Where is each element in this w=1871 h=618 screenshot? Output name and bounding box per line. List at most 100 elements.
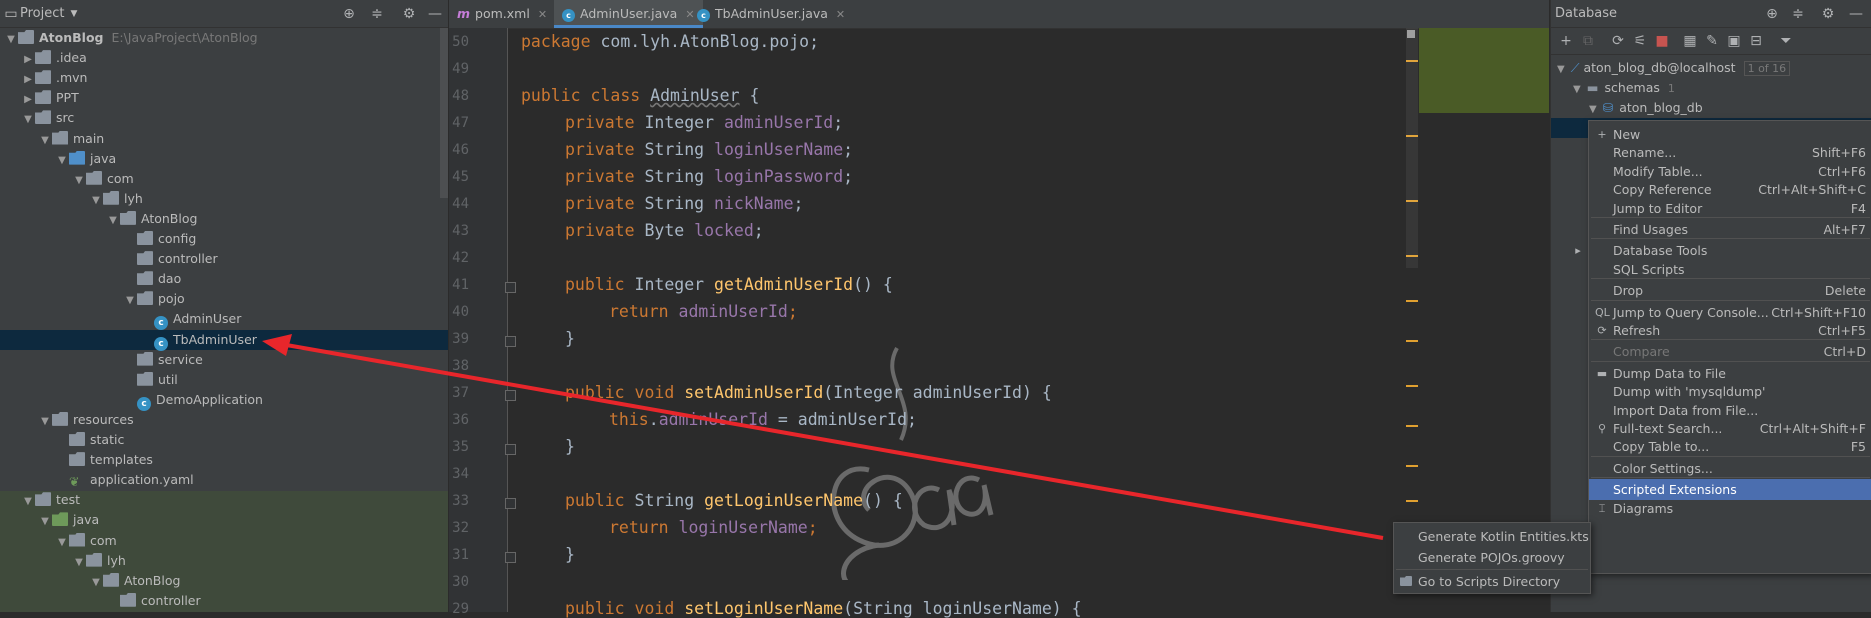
tree-item-folder[interactable]: ▶ PPT [0, 88, 448, 108]
error-stripe-mark[interactable] [1406, 500, 1418, 502]
go-to-scripts-directory-item[interactable]: Go to Scripts Directory [1394, 571, 1590, 592]
chevron-right-icon[interactable]: ▶ [21, 90, 35, 110]
datasource-node[interactable]: ▼ ⟋ aton_blog_db@localhost 1 of 16 [1551, 58, 1791, 78]
globe-icon[interactable]: ⊕ [1763, 5, 1781, 23]
tab-adminuser-java[interactable]: c AdminUser.java ✕ [554, 0, 703, 28]
query-icon[interactable]: ⊟ [1747, 32, 1765, 50]
tab-pom-xml[interactable]: m pom.xml ✕ [449, 0, 555, 28]
tree-item-folder[interactable]: controller [0, 591, 448, 611]
chevron-right-icon[interactable]: ▶ [21, 70, 35, 90]
chevron-down-icon[interactable]: ▼ [72, 553, 86, 573]
chevron-down-icon[interactable]: ▼ [72, 171, 86, 191]
line-gutter[interactable]: 50 49 48 47 46 45 44 43 42 41 40 39 38 37 36 35 34 33 32 31… [449, 28, 508, 617]
tree-item-folder[interactable]: ▼ test [0, 490, 448, 510]
minimize-icon[interactable]: — [1847, 5, 1865, 23]
fold-marker[interactable] [505, 552, 516, 563]
menu-item-diagrams[interactable]: ⌶ Diagrams [1589, 498, 1871, 519]
gear-icon[interactable]: ⚙ [1819, 5, 1837, 23]
project-panel-title[interactable]: Project [20, 6, 64, 21]
close-icon[interactable]: ✕ [538, 8, 547, 21]
tree-item-folder[interactable]: ▼ AtonBlog [0, 571, 448, 591]
generate-pojos-groovy-item[interactable]: Generate POJOs.groovy [1394, 547, 1590, 568]
tree-item-folder[interactable]: templates [0, 450, 448, 470]
tree-item-folder[interactable]: controller [0, 249, 448, 269]
edit-icon[interactable]: ✎ [1703, 32, 1721, 50]
copy-icon[interactable]: ⧉ [1579, 32, 1597, 50]
chevron-right-icon[interactable]: ▶ [21, 50, 35, 70]
tree-item-folder[interactable]: ▼ com [0, 531, 448, 551]
schema-node[interactable]: ▼ ⛁ aton_blog_db [1551, 98, 1703, 118]
database-panel-title[interactable]: Database [1555, 6, 1617, 21]
error-stripe-mark[interactable] [1406, 385, 1418, 387]
menu-item-find-usages[interactable]: Find Usages Alt+F7 [1589, 219, 1871, 240]
tree-item-folder[interactable]: config [0, 229, 448, 249]
error-stripe-mark[interactable] [1406, 300, 1418, 302]
chevron-down-icon[interactable]: ▼ [106, 211, 120, 231]
error-stripe-mark[interactable] [1406, 465, 1418, 467]
collapse-icon[interactable]: ≑ [368, 5, 386, 23]
tree-item-class[interactable]: c TbAdminUser [0, 329, 448, 351]
tree-item-folder[interactable]: ▼ lyh [0, 551, 448, 571]
menu-item-drop[interactable]: Drop Delete [1589, 280, 1871, 301]
fold-marker[interactable] [505, 498, 516, 509]
tree-item-folder[interactable]: ▶ .mvn [0, 68, 448, 88]
chevron-down-icon[interactable]: ▼ [21, 492, 35, 512]
tree-item-folder[interactable]: ▼ AtonBlog E:\JavaProject\AtonBlog [0, 28, 448, 48]
editor-scrollbar[interactable] [1406, 28, 1418, 268]
fold-marker[interactable] [505, 336, 516, 347]
tree-item-folder[interactable]: ▼ pojo [0, 289, 448, 309]
schemas-node[interactable]: ▼ ▬ schemas 1 [1551, 78, 1675, 98]
locate-icon[interactable]: ⊕ [340, 5, 358, 23]
chevron-down-icon[interactable]: ▼ [70, 9, 77, 19]
tree-item-folder[interactable]: static [0, 430, 448, 450]
menu-item-sql-scripts[interactable]: SQL Scripts [1589, 259, 1871, 280]
table-icon[interactable]: ▦ [1681, 32, 1699, 50]
chevron-down-icon[interactable]: ▼ [38, 512, 52, 532]
tree-item-folder[interactable]: ▼ java [0, 149, 448, 169]
tree-item-folder[interactable]: ▼ AtonBlog [0, 209, 448, 229]
console-icon[interactable]: ▣ [1725, 32, 1743, 50]
tree-item-folder[interactable]: dao [0, 269, 448, 289]
menu-item-refresh[interactable]: ⟳ Refresh Ctrl+F5 [1589, 320, 1871, 341]
tree-item-folder[interactable]: service [0, 350, 448, 370]
schema-edit-icon[interactable]: ⚟ [1631, 32, 1649, 50]
chevron-down-icon[interactable]: ▼ [21, 110, 35, 130]
fold-marker[interactable] [505, 390, 516, 401]
scrollbar[interactable] [440, 28, 448, 198]
tree-item-folder[interactable]: ▼ com [0, 169, 448, 189]
chevron-down-icon[interactable]: ▼ [55, 151, 69, 171]
tab-tbadminuser-java[interactable]: c TbAdminUser.java ✕ [689, 0, 853, 28]
tree-item-class[interactable]: c DemoApplication [0, 390, 448, 411]
chevron-down-icon[interactable]: ▼ [89, 191, 103, 211]
generate-kotlin-entities-item[interactable]: Generate Kotlin Entities.kts [1394, 526, 1590, 547]
error-stripe-mark[interactable] [1406, 340, 1418, 342]
tree-item-folder[interactable]: ▼ lyh [0, 189, 448, 209]
tree-item-folder[interactable]: ❦ application.yaml [0, 470, 448, 490]
filter-icon[interactable]: ⏷ [1777, 32, 1795, 50]
close-icon[interactable]: ✕ [836, 8, 845, 21]
tree-item-folder[interactable]: ▼ src [0, 108, 448, 128]
chevron-down-icon[interactable]: ▼ [38, 412, 52, 432]
chevron-down-icon[interactable]: ▼ [89, 573, 103, 593]
stop-icon[interactable]: ■ [1653, 32, 1671, 50]
tree-item-class[interactable]: c AdminUser [0, 309, 448, 331]
collapse-icon[interactable]: ≑ [1789, 5, 1807, 23]
chevron-down-icon[interactable]: ▼ [55, 533, 69, 553]
tree-item-folder[interactable]: util [0, 370, 448, 390]
add-icon[interactable]: + [1557, 32, 1575, 50]
refresh-icon[interactable]: ⟳ [1609, 32, 1627, 50]
error-stripe-mark[interactable] [1406, 425, 1418, 427]
tree-item-folder[interactable]: ▼ resources [0, 410, 448, 430]
chevron-down-icon[interactable]: ▼ [38, 131, 52, 151]
tree-item-folder[interactable]: ▶ .idea [0, 48, 448, 68]
fold-marker[interactable] [505, 282, 516, 293]
tree-item-folder[interactable]: ▼ main [0, 129, 448, 149]
tree-item-folder[interactable]: ▼ java [0, 510, 448, 530]
chevron-down-icon[interactable]: ▼ [123, 291, 137, 311]
gear-icon[interactable]: ⚙ [400, 5, 418, 23]
fold-marker[interactable] [505, 444, 516, 455]
menu-item-jump-to-editor[interactable]: Jump to Editor F4 [1589, 198, 1871, 219]
menu-item-copy-table-to[interactable]: Copy Table to... F5 [1589, 436, 1871, 457]
menu-item-color-settings[interactable]: Color Settings... [1589, 458, 1871, 479]
minimize-icon[interactable]: — [426, 5, 444, 23]
